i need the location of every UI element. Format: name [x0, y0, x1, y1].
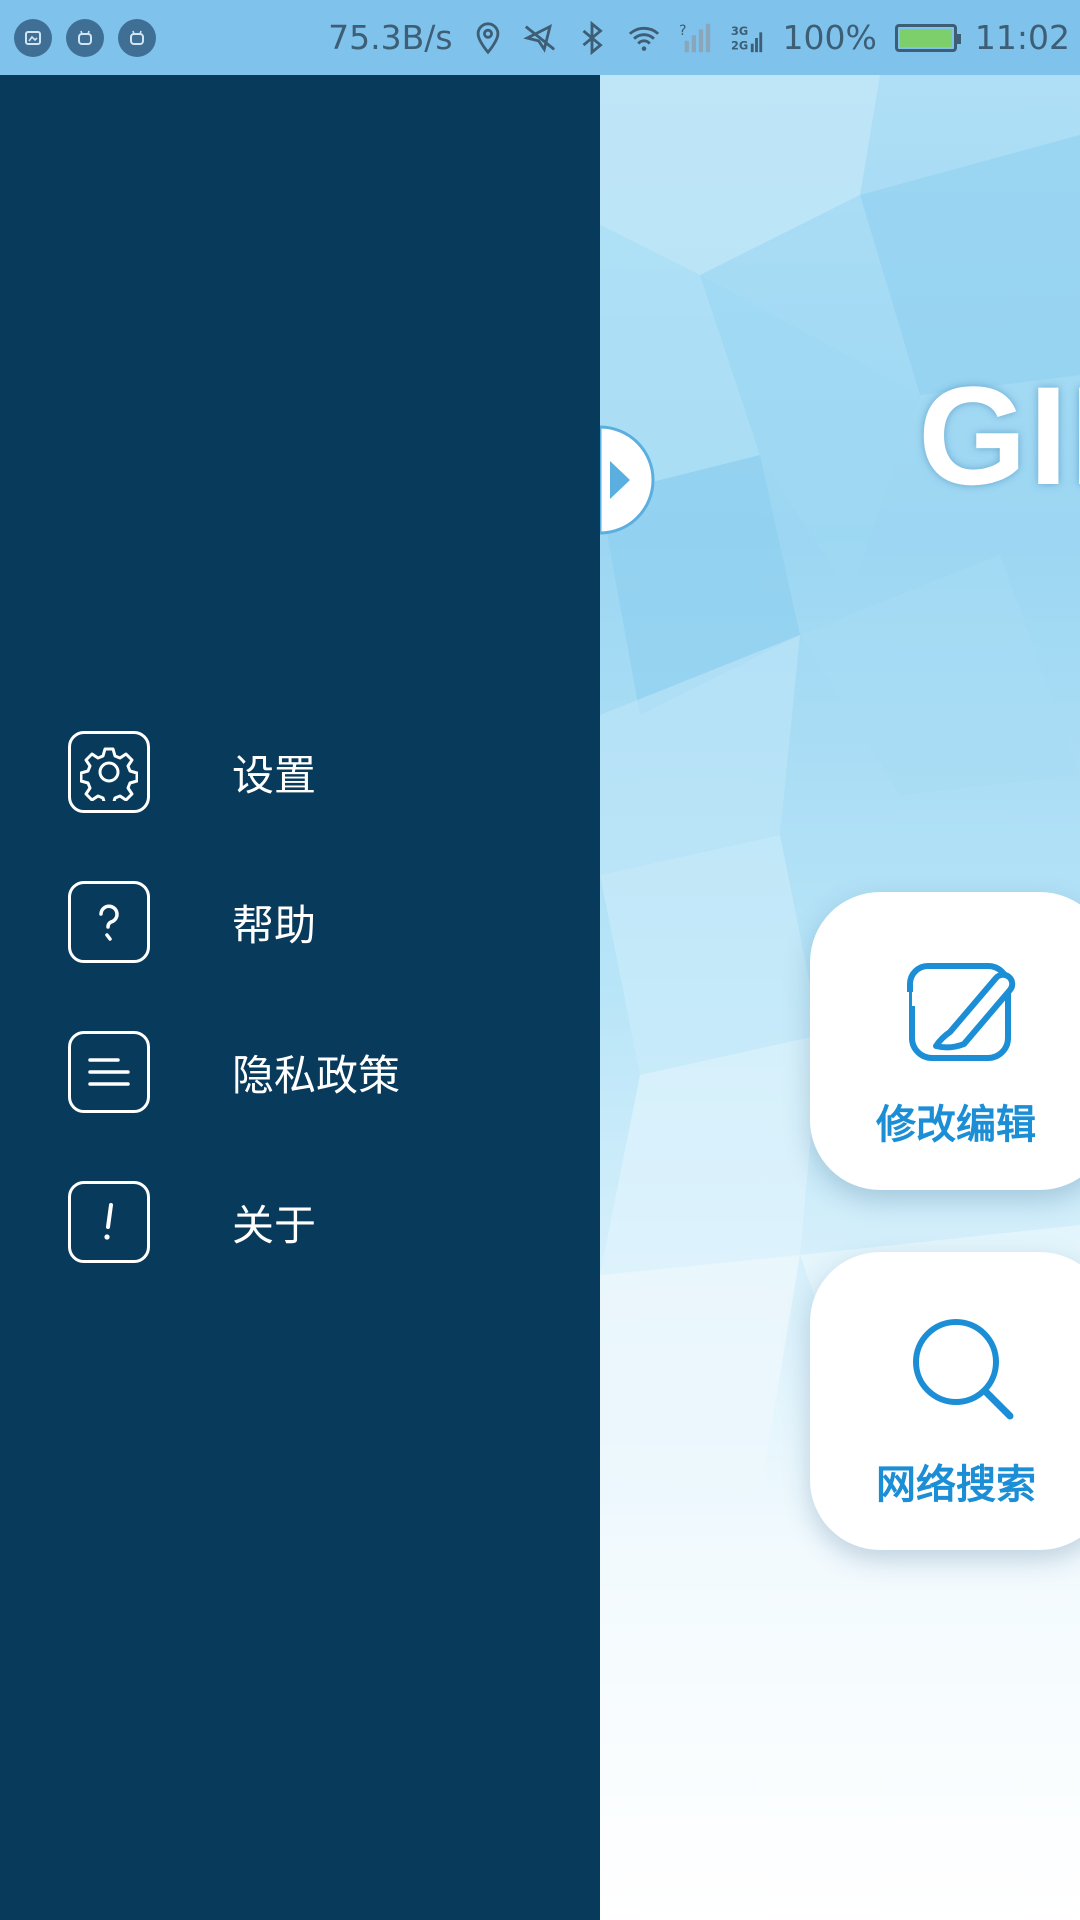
list-icon [68, 1031, 150, 1113]
drawer-toggle-button[interactable] [600, 425, 656, 535]
status-left-icons [14, 18, 156, 57]
signal-icon: 3G 2G [731, 21, 765, 55]
android-icon [118, 18, 156, 57]
svg-text:?: ? [679, 23, 687, 39]
menu-item-settings[interactable]: 设置 [68, 729, 316, 815]
network-speed: 75.3B/s [328, 18, 453, 57]
help-icon [68, 881, 150, 963]
menu-label-help: 帮助 [232, 900, 317, 950]
status-bar: 75.3B/s ? 3G 2G 100% 11:02 [0, 0, 1080, 75]
navigation-drawer: 设置 帮助 隐私政策 关于 [0, 75, 600, 1920]
search-icon [913, 1319, 1014, 1420]
menu-label-about: 关于 [232, 1200, 317, 1250]
bluetooth-icon [575, 20, 609, 55]
app-title: GIF [918, 357, 1080, 514]
menu-item-privacy[interactable]: 隐私政策 [68, 1029, 400, 1115]
location-icon [471, 21, 505, 55]
menu-label-privacy: 隐私政策 [232, 1050, 401, 1100]
menu-label-settings: 设置 [232, 750, 317, 800]
gear-icon [68, 731, 150, 813]
svg-text:3G: 3G [731, 24, 748, 38]
edit-card-label: 修改编辑 [876, 1102, 1036, 1148]
clock: 11:02 [974, 18, 1070, 57]
svg-text:2G: 2G [731, 38, 748, 52]
edit-icon [907, 963, 1016, 1061]
menu-item-about[interactable]: 关于 [68, 1179, 316, 1265]
mute-icon [522, 21, 557, 55]
search-card-label: 网络搜索 [876, 1462, 1036, 1508]
battery-percent: 100% [782, 18, 877, 57]
android-icon [66, 18, 104, 57]
signal-icon: ? [679, 21, 713, 55]
info-icon [68, 1181, 150, 1263]
screenshot-icon [14, 18, 52, 57]
menu-item-help[interactable]: 帮助 [68, 879, 316, 965]
search-card[interactable]: 网络搜索 [810, 1252, 1080, 1550]
wifi-icon [627, 21, 661, 55]
battery-icon [894, 23, 961, 52]
status-right: 75.3B/s ? 3G 2G 100% 11:02 [328, 18, 1070, 57]
edit-card[interactable]: 修改编辑 [810, 892, 1080, 1190]
